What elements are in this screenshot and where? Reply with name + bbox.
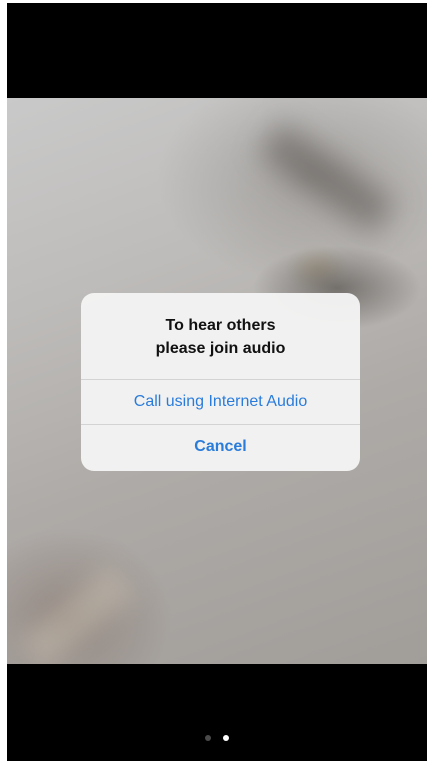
video-blur-shape xyxy=(258,121,396,235)
dialog-message: To hear others please join audio xyxy=(81,293,360,379)
page-dot-1[interactable] xyxy=(205,735,211,741)
page-dot-2-active[interactable] xyxy=(223,735,229,741)
dialog-title-line-2: please join audio xyxy=(155,340,286,357)
cancel-button[interactable]: Cancel xyxy=(81,425,360,469)
video-blur-shape xyxy=(18,564,136,664)
join-audio-dialog: To hear others please join audio Call us… xyxy=(81,293,360,471)
dialog-title-line-1: To hear others xyxy=(165,317,276,334)
call-internet-audio-button[interactable]: Call using Internet Audio xyxy=(81,380,360,424)
page-indicator xyxy=(7,735,427,745)
meeting-screen: To hear others please join audio Call us… xyxy=(7,3,427,761)
